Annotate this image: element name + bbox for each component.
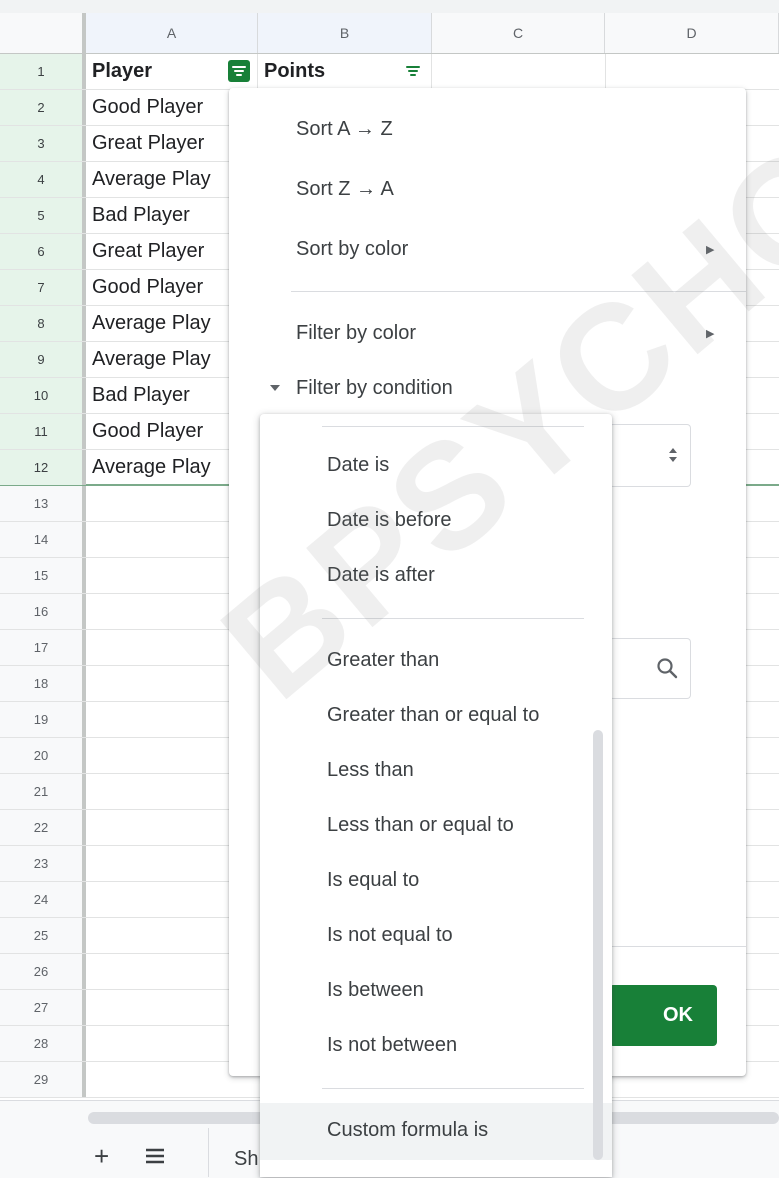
filter-icon[interactable] bbox=[402, 60, 424, 82]
row-header[interactable]: 10 bbox=[0, 378, 86, 413]
condition-option[interactable]: Less than bbox=[327, 759, 414, 782]
dropdown-scrollbar[interactable] bbox=[593, 730, 603, 1160]
row-header[interactable]: 1 bbox=[0, 54, 86, 89]
condition-option[interactable]: Is not between bbox=[327, 1034, 457, 1057]
column-header-b[interactable]: B bbox=[258, 13, 432, 53]
sort-a-z-item[interactable]: Sort A → Z bbox=[296, 118, 393, 141]
row-header[interactable]: 3 bbox=[0, 126, 86, 161]
dropdown-divider bbox=[322, 1088, 584, 1089]
condition-option[interactable]: Less than or equal to bbox=[327, 814, 514, 837]
add-sheet-button[interactable]: + bbox=[94, 1143, 109, 1169]
footer-divider bbox=[609, 946, 746, 947]
table-row: 1 Player Points bbox=[0, 54, 779, 90]
row-header[interactable]: 26 bbox=[0, 954, 86, 989]
row-header[interactable]: 4 bbox=[0, 162, 86, 197]
toolbar-strip bbox=[0, 0, 779, 14]
menu-divider bbox=[291, 291, 746, 292]
sheet-tab[interactable]: Sh bbox=[234, 1148, 258, 1171]
row-header[interactable]: 21 bbox=[0, 774, 86, 809]
submenu-arrow-icon: ▶ bbox=[706, 328, 715, 340]
condition-option[interactable]: Greater than bbox=[327, 649, 439, 672]
row-header[interactable]: 16 bbox=[0, 594, 86, 629]
row-header[interactable]: 24 bbox=[0, 882, 86, 917]
row-header[interactable]: 25 bbox=[0, 918, 86, 953]
search-values-input[interactable] bbox=[609, 638, 691, 699]
condition-option[interactable]: Is between bbox=[327, 979, 424, 1002]
condition-option[interactable]: Date is after bbox=[327, 564, 435, 587]
filter-by-color-item[interactable]: Filter by color bbox=[296, 322, 416, 345]
row-header[interactable]: 11 bbox=[0, 414, 86, 449]
row-header[interactable]: 14 bbox=[0, 522, 86, 557]
sort-z-a-item[interactable]: Sort Z → A bbox=[296, 178, 394, 201]
row-header[interactable]: 6 bbox=[0, 234, 86, 269]
condition-option[interactable]: Greater than or equal to bbox=[327, 704, 539, 727]
row-header[interactable]: 15 bbox=[0, 558, 86, 593]
select-arrows-icon bbox=[669, 448, 677, 462]
row-header[interactable]: 29 bbox=[0, 1062, 86, 1097]
row-header[interactable]: 8 bbox=[0, 306, 86, 341]
column-header-d[interactable]: D bbox=[605, 13, 779, 53]
select-all-corner[interactable] bbox=[0, 13, 86, 53]
column-headers: A B C D bbox=[0, 13, 779, 54]
row-header[interactable]: 28 bbox=[0, 1026, 86, 1061]
divider bbox=[208, 1128, 209, 1177]
row-header[interactable]: 13 bbox=[0, 486, 86, 521]
row-header[interactable]: 9 bbox=[0, 342, 86, 377]
condition-option[interactable]: Date is bbox=[327, 454, 389, 477]
row-header[interactable]: 27 bbox=[0, 990, 86, 1025]
row-header[interactable]: 23 bbox=[0, 846, 86, 881]
column-header-a[interactable]: A bbox=[86, 13, 258, 53]
row-header[interactable]: 2 bbox=[0, 90, 86, 125]
all-sheets-list-icon[interactable] bbox=[144, 1147, 166, 1170]
row-header[interactable]: 12 bbox=[0, 450, 86, 485]
condition-option[interactable]: Date is before bbox=[327, 509, 452, 532]
row-header[interactable]: 22 bbox=[0, 810, 86, 845]
row-header[interactable]: 17 bbox=[0, 630, 86, 665]
row-header[interactable]: 20 bbox=[0, 738, 86, 773]
row-header[interactable]: 19 bbox=[0, 702, 86, 737]
row-header[interactable]: 7 bbox=[0, 270, 86, 305]
condition-dropdown: Date is Date is before Date is after Gre… bbox=[260, 414, 612, 1177]
filter-by-condition-header[interactable]: Filter by condition bbox=[296, 377, 453, 400]
sort-by-color-item[interactable]: Sort by color bbox=[296, 238, 408, 261]
condition-option[interactable]: Is not equal to bbox=[327, 924, 453, 947]
expand-caret-icon bbox=[270, 385, 280, 391]
dropdown-divider bbox=[322, 426, 584, 427]
condition-select[interactable] bbox=[609, 424, 691, 487]
filter-icon-active[interactable] bbox=[228, 60, 250, 82]
search-icon bbox=[657, 658, 678, 679]
row-header[interactable]: 18 bbox=[0, 666, 86, 701]
column-header-c[interactable]: C bbox=[432, 13, 605, 53]
ok-button[interactable]: OK bbox=[609, 985, 717, 1046]
row-header[interactable]: 5 bbox=[0, 198, 86, 233]
dropdown-divider bbox=[322, 618, 584, 619]
condition-option[interactable]: Is equal to bbox=[327, 869, 419, 892]
submenu-arrow-icon: ▶ bbox=[706, 244, 715, 256]
condition-option-custom-formula[interactable]: Custom formula is bbox=[327, 1119, 488, 1142]
